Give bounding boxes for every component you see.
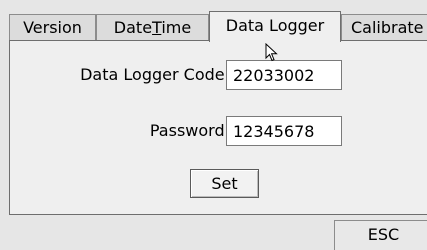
- tab-calibrate[interactable]: Calibrate: [341, 14, 427, 41]
- app-window: Version DateTime Data Logger Calibrate D…: [0, 0, 427, 250]
- password-input[interactable]: [226, 116, 342, 146]
- tab-datetime[interactable]: DateTime: [96, 14, 209, 41]
- tab-version-label: Version: [23, 18, 82, 37]
- tab-data-logger-label: Data Logger: [225, 16, 325, 35]
- data-logger-code-label: Data Logger Code:: [80, 65, 230, 84]
- set-button[interactable]: Set: [190, 169, 259, 198]
- tab-data-logger[interactable]: Data Logger: [209, 11, 341, 42]
- tab-datetime-label: DateTime: [113, 18, 192, 37]
- mnemonic-underline: T: [152, 18, 162, 37]
- tab-bar: Version DateTime Data Logger Calibrate: [9, 11, 427, 42]
- set-button-label: Set: [211, 174, 238, 193]
- tab-calibrate-label: Calibrate: [351, 18, 424, 37]
- password-label: Password:: [149, 121, 230, 140]
- data-logger-panel: Data Logger Code: Password: Set: [9, 40, 427, 215]
- tab-version[interactable]: Version: [9, 14, 96, 41]
- esc-button[interactable]: ESC: [334, 220, 427, 250]
- arrow-pointer-icon: [265, 43, 278, 62]
- data-logger-code-input[interactable]: [226, 60, 342, 90]
- esc-button-label: ESC: [367, 225, 400, 244]
